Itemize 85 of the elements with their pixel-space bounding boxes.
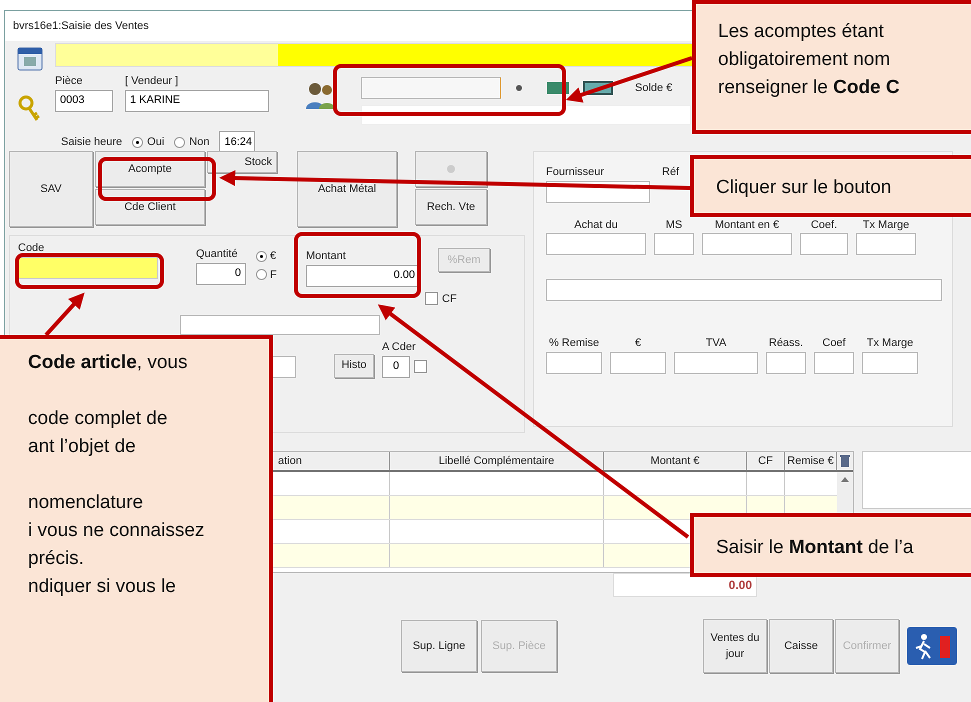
rech-vte-button[interactable]: Rech. Vte	[415, 189, 487, 225]
scroll-up-icon[interactable]	[841, 476, 849, 482]
radio-button[interactable]	[256, 250, 267, 262]
field-label: Coef.	[810, 218, 838, 232]
sav-button[interactable]: SAV	[9, 151, 93, 227]
field-label: Quantité	[196, 247, 239, 262]
callout-text: i vous ne connaissez	[28, 519, 204, 543]
checkbox[interactable]	[414, 360, 427, 373]
input-field[interactable]	[610, 352, 666, 374]
radio-button[interactable]	[174, 136, 186, 148]
radio-label: F	[270, 268, 277, 282]
action-button[interactable]: Caisse	[769, 619, 833, 673]
input-field[interactable]	[546, 279, 942, 301]
keys-icon[interactable]	[17, 95, 43, 123]
column-header[interactable]: Montant €	[604, 452, 747, 470]
achat-metal-button[interactable]: Achat Métal	[297, 151, 397, 227]
input-field[interactable]	[702, 233, 792, 255]
field-label: % Remise	[548, 336, 600, 351]
input-field[interactable]	[800, 233, 848, 255]
field-label: TVA	[704, 336, 728, 351]
field-label: [ Vendeur ]	[125, 74, 180, 89]
total-amount: 0.00	[728, 577, 752, 594]
callout-text: ant l’objet de	[28, 435, 136, 459]
notes-area[interactable]	[862, 451, 971, 509]
input-field[interactable]	[546, 233, 646, 255]
exit-button[interactable]	[907, 627, 957, 665]
field-label: Réass.	[768, 336, 804, 351]
field-label: A Cder	[382, 340, 417, 355]
histo-button[interactable]: Histo	[334, 354, 374, 378]
input-field[interactable]: 1 KARINE	[125, 90, 269, 112]
action-button[interactable]: Ventes du jour	[703, 619, 767, 673]
field-label: €	[634, 336, 642, 351]
field-label: Pièce	[55, 74, 84, 89]
calendar-icon[interactable]	[16, 45, 44, 73]
input-field[interactable]	[766, 352, 806, 374]
callout-text: nomenclature	[28, 491, 144, 515]
input-field[interactable]	[856, 233, 916, 255]
field-label: MS	[664, 218, 684, 232]
checkbox-label: CF	[442, 292, 457, 306]
input-field[interactable]	[814, 352, 854, 374]
time-field[interactable]: 16:24	[219, 131, 256, 153]
quantity-field[interactable]: 0	[196, 262, 246, 284]
field-label: Achat du	[573, 218, 619, 232]
column-header[interactable]: CF	[747, 452, 785, 470]
input-field[interactable]	[546, 352, 602, 374]
montant-field[interactable]: 0.00	[306, 264, 420, 286]
field-label: Tx Marge	[866, 336, 914, 351]
trash-icon[interactable]	[839, 454, 851, 468]
radio-button[interactable]	[256, 269, 267, 280]
checkbox[interactable]	[425, 292, 438, 306]
input-field[interactable]	[862, 352, 918, 374]
callout-text: Saisir le Montant de l’a	[716, 536, 914, 560]
field-label: Code	[18, 241, 46, 256]
code-field[interactable]	[18, 256, 158, 278]
radio-label: Non	[189, 134, 210, 150]
callout-text: ndiquer si vous le	[28, 575, 176, 599]
field-label: Saisie heure	[61, 134, 122, 150]
column-header[interactable]: Remise €	[785, 452, 837, 470]
window-title: bvrs16e1:Saisie des Ventes	[13, 18, 149, 34]
radio-label: €	[270, 249, 276, 264]
a-cder-field[interactable]: 0	[382, 356, 410, 378]
callout-text: Code article, vous	[28, 351, 188, 375]
input-field[interactable]	[654, 233, 694, 255]
field-label: Montant en €	[714, 218, 780, 232]
callout-text: renseigner le Code C	[718, 76, 900, 100]
client-field[interactable]	[361, 77, 501, 99]
radio-button[interactable]	[132, 136, 144, 148]
field-label: Solde €	[635, 80, 672, 96]
input-field[interactable]: 0003	[55, 90, 113, 112]
input-field[interactable]	[674, 352, 758, 374]
callout-text: code complet de	[28, 407, 168, 431]
field-label: Coef	[821, 336, 847, 351]
callout-text: Les acomptes étant	[718, 20, 884, 44]
radio-label: Oui	[147, 134, 164, 150]
callout-text: Cliquer sur le bouton	[716, 176, 892, 200]
stock-button[interactable]: Stock	[207, 151, 277, 173]
field-label: Montant	[306, 249, 347, 264]
action-button[interactable]: Sup. Ligne	[401, 620, 477, 672]
designation-field[interactable]	[180, 315, 380, 335]
callout-text: obligatoirement nom	[718, 48, 890, 72]
column-header[interactable]: Libellé Complémentaire	[390, 452, 604, 470]
callout-text: précis.	[28, 547, 84, 571]
field-label: Fournisseur	[546, 165, 606, 180]
field-label: Tx Marge	[862, 218, 910, 232]
field-label: Réf	[662, 165, 680, 180]
